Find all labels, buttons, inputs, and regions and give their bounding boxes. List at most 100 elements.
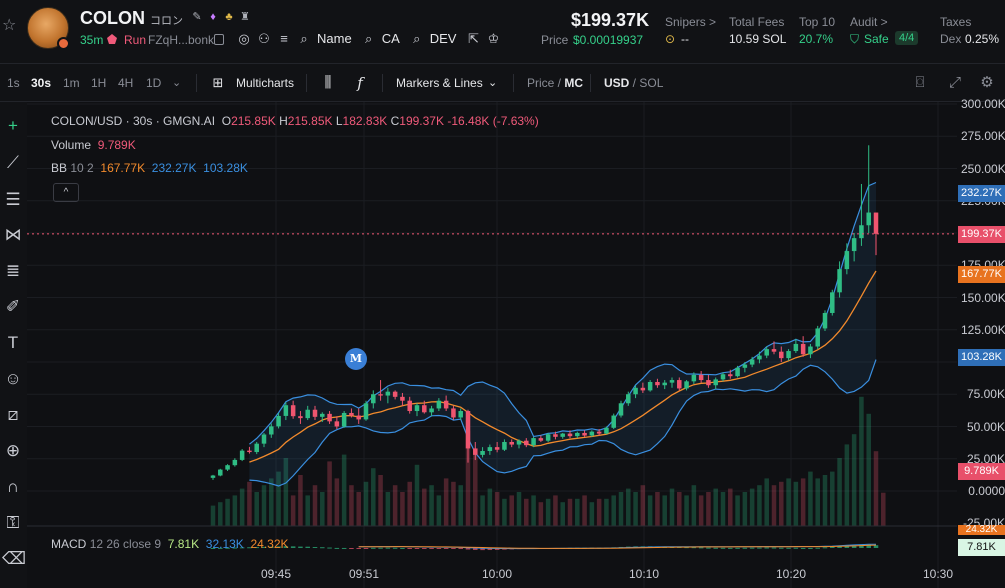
usd-sol-toggle[interactable]: USD / SOL: [604, 76, 663, 90]
sol-toggle-option[interactable]: SOL: [639, 76, 663, 90]
search-ca-icon[interactable]: ⌕: [362, 31, 376, 46]
toolbar-divider: [590, 74, 591, 92]
volume-bar: [808, 471, 813, 526]
candle-body: [494, 447, 500, 450]
markers-lines-button[interactable]: Markers & Lines: [396, 76, 483, 90]
candle-body: [764, 349, 769, 356]
trash-icon[interactable]: ⌫: [2, 548, 26, 570]
candle-body: [720, 374, 726, 380]
candle-body: [786, 351, 791, 359]
crosshair-icon[interactable]: +: [2, 115, 24, 137]
volume-bar: [218, 502, 223, 526]
candles-icon[interactable]: ⫼: [318, 73, 338, 93]
volume-bar: [575, 498, 580, 526]
candle: [239, 449, 245, 462]
emoji-icon[interactable]: ☺: [2, 368, 24, 390]
volume-bar: [669, 488, 675, 526]
usd-toggle-option[interactable]: USD: [604, 76, 629, 90]
token-subname: コロン: [150, 15, 183, 27]
audit-label[interactable]: Audit >: [850, 15, 888, 29]
volume-bar: [837, 458, 842, 526]
volume-bar: [589, 502, 595, 526]
volume-bar: [662, 495, 667, 526]
chevron-down-icon[interactable]: ⌄: [172, 76, 181, 89]
magnet-icon[interactable]: ∩: [2, 476, 24, 498]
mc-toggle-option[interactable]: MC: [564, 76, 583, 90]
macd-histogram-bar: [305, 546, 310, 548]
candle-body: [371, 394, 376, 404]
candle-body: [341, 412, 347, 427]
migration-marker-icon[interactable]: M: [345, 348, 367, 370]
price-mc-toggle[interactable]: Price / MC: [527, 76, 583, 90]
horizontal-lines-icon[interactable]: ☰: [2, 189, 24, 211]
price-toggle-option[interactable]: Price: [527, 76, 554, 90]
candle-body: [582, 432, 587, 436]
macd-pane: [210, 543, 879, 551]
candle-body: [859, 225, 864, 239]
share-icon[interactable]: ⇱: [466, 31, 480, 46]
interval-4h[interactable]: 4H: [118, 76, 133, 90]
interval-1h[interactable]: 1H: [91, 76, 106, 90]
zoom-icon[interactable]: ⊕: [2, 440, 24, 462]
search-dev-link[interactable]: DEV: [430, 31, 457, 46]
settings-icon[interactable]: ⚙: [977, 73, 997, 93]
text-icon[interactable]: T: [2, 332, 24, 354]
edit-icon[interactable]: ✎: [191, 11, 203, 23]
multicharts-icon[interactable]: ⊞: [208, 73, 228, 93]
fullscreen-icon[interactable]: ⤢: [945, 73, 965, 93]
globe-icon[interactable]: ◎: [237, 31, 251, 46]
list-icon[interactable]: ≡: [277, 31, 291, 46]
macd-histogram-bar: [757, 547, 762, 549]
camera-icon[interactable]: ⌼: [910, 73, 930, 93]
brush-icon[interactable]: ✐: [2, 296, 24, 318]
candle-body: [633, 387, 638, 395]
interval-1m[interactable]: 1m: [63, 76, 80, 90]
volume-bar: [269, 478, 274, 526]
indicators-icon[interactable]: f: [350, 73, 370, 93]
top10-label: Top 10: [799, 15, 836, 29]
search-name-icon[interactable]: ⌕: [297, 31, 311, 46]
multicharts-button[interactable]: Multicharts: [236, 76, 294, 90]
macd-histogram-bar: [698, 547, 704, 549]
trendline-icon[interactable]: ⟋: [2, 152, 24, 174]
bb-lower-tag: 103.28K: [958, 349, 1005, 366]
macd-histogram-bar: [815, 547, 820, 549]
crown-icon[interactable]: ♔: [486, 31, 500, 46]
volume-bar: [327, 461, 332, 526]
candle: [225, 464, 230, 472]
lock-icon[interactable]: ⚿: [2, 512, 24, 534]
search-ca-link[interactable]: CA: [382, 31, 400, 46]
volume-bar: [830, 471, 835, 526]
bb-lower-value: 103.28K: [203, 161, 248, 175]
bb-params: 10 2: [70, 161, 94, 175]
candle-body: [210, 475, 216, 478]
copy-icon[interactable]: [214, 34, 224, 45]
volume-bar: [341, 454, 347, 526]
fib-icon[interactable]: ≣: [2, 260, 24, 282]
people-icon[interactable]: ⚇: [257, 31, 271, 46]
current-price-tag: 199.37K: [958, 226, 1005, 243]
ruler-icon[interactable]: ⧄: [2, 404, 24, 426]
search-dev-icon[interactable]: ⌕: [410, 31, 424, 46]
star-icon[interactable]: ☆: [2, 18, 18, 34]
volume-bar: [392, 485, 398, 526]
candle-body: [305, 409, 310, 419]
macd-histogram-bar: [356, 548, 361, 549]
interval-30s[interactable]: 30s: [31, 76, 51, 90]
macd-histogram-bar: [786, 547, 791, 549]
candle-body: [655, 381, 660, 386]
candle: [232, 458, 238, 467]
interval-1d[interactable]: 1D: [146, 76, 161, 90]
snipers-label[interactable]: Snipers >: [665, 15, 716, 29]
collapse-legend-button[interactable]: ^: [53, 183, 79, 202]
macd-histogram-bar: [749, 547, 755, 549]
candle-body: [567, 433, 573, 437]
chevron-down-icon[interactable]: ⌄: [488, 76, 497, 89]
search-name-link[interactable]: Name: [317, 31, 352, 46]
price-axis-label: 250.00K: [961, 161, 1005, 176]
candle-body: [611, 415, 616, 428]
candle-body: [254, 443, 259, 453]
candle-body: [728, 374, 733, 377]
interval-1s[interactable]: 1s: [7, 76, 20, 90]
pattern-icon[interactable]: ⋈: [2, 224, 24, 246]
